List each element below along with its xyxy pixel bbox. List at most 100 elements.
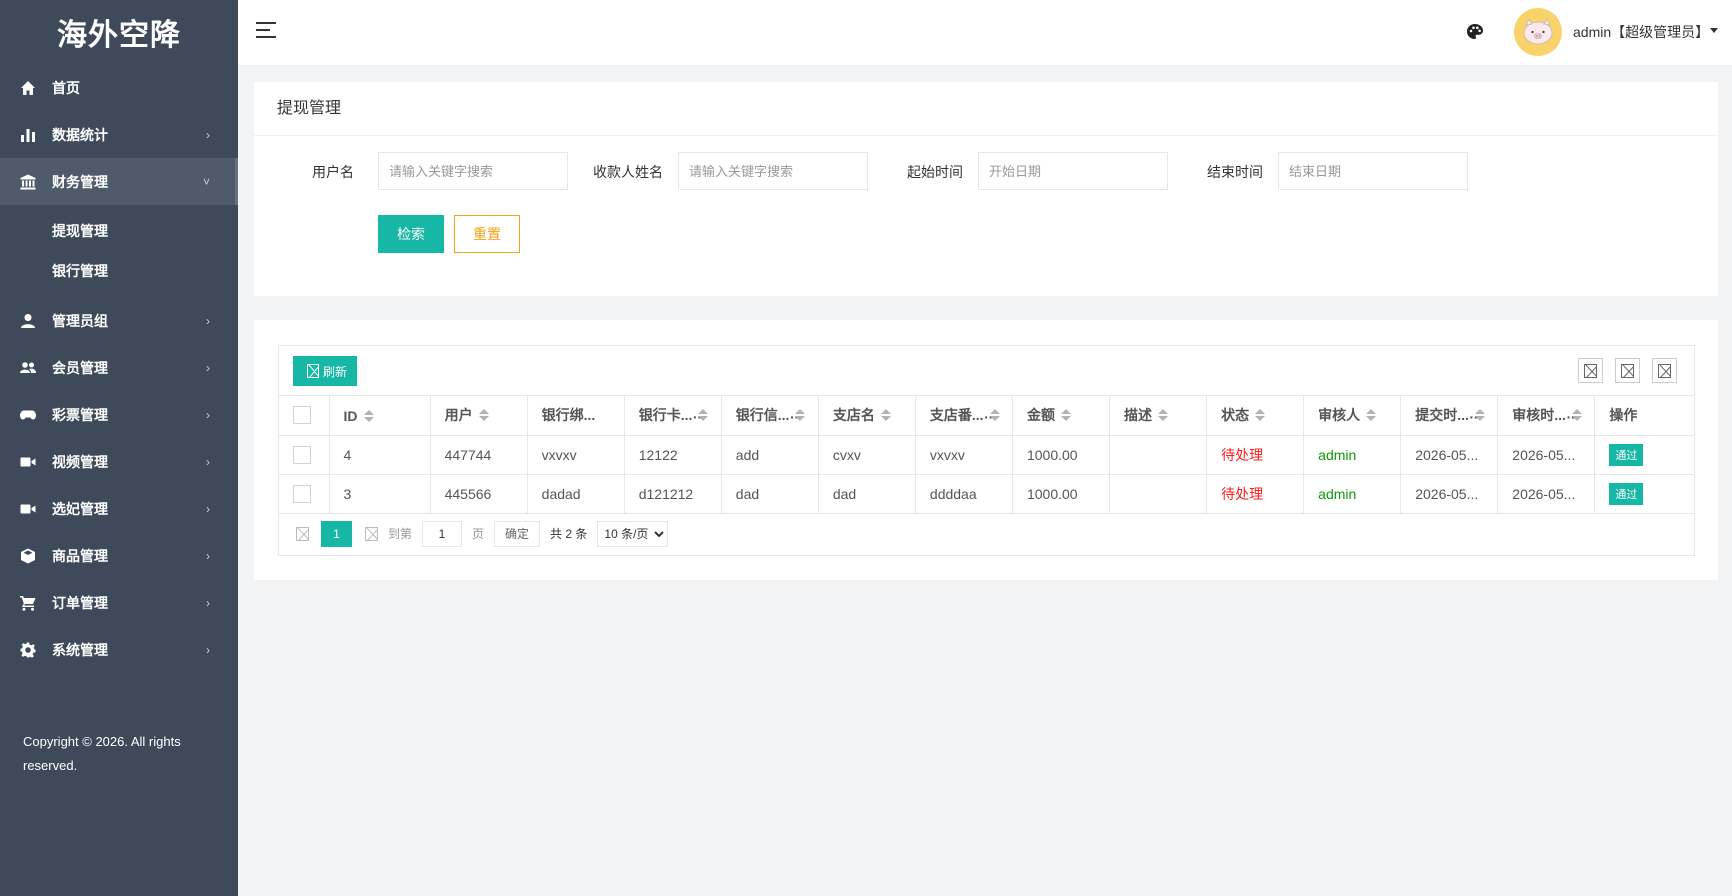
select-all-checkbox[interactable]	[293, 406, 311, 425]
table-header-row: ID 用户 银行绑... 银行卡... 银行信... 支店名 支店番... 金额…	[279, 396, 1694, 436]
column-header[interactable]: 审核人	[1303, 396, 1402, 436]
sidebar-item-system[interactable]: 系统管理 ›	[0, 626, 238, 673]
reset-button[interactable]: 重置	[454, 215, 520, 253]
username-search-input[interactable]	[378, 152, 568, 190]
caret-down-icon[interactable]	[1710, 28, 1718, 33]
people-icon	[20, 360, 36, 376]
column-header: 操作	[1594, 396, 1694, 436]
sort-icon	[478, 409, 489, 422]
row-checkbox[interactable]	[293, 484, 311, 503]
cell-bank-info: dad	[721, 474, 819, 514]
cell-bank-bind: vxvxv	[527, 435, 625, 475]
column-header[interactable]: 金额	[1012, 396, 1111, 436]
column-header[interactable]: 银行卡...	[624, 396, 722, 436]
sidebar-item-members[interactable]: 会员管理 ›	[0, 344, 238, 391]
cell-status: 待处理	[1206, 435, 1305, 475]
export-icon[interactable]	[1615, 358, 1640, 383]
start-date-input[interactable]	[978, 152, 1168, 190]
app-logo: 海外空降	[57, 19, 181, 52]
cart-icon	[20, 595, 36, 611]
sidebar-item-products[interactable]: 商品管理 ›	[0, 532, 238, 579]
print-icon[interactable]	[1652, 358, 1677, 383]
submenu-item-withdraw[interactable]: 提现管理	[0, 211, 238, 251]
sidebar-item-label: 彩票管理	[52, 406, 108, 423]
sidebar-item-label: 财务管理	[52, 173, 108, 190]
cell-status: 待处理	[1206, 474, 1305, 514]
cell-branch: cvxv	[818, 435, 916, 475]
column-header[interactable]: 银行信...	[721, 396, 819, 436]
sidebar-item-orders[interactable]: 订单管理 ›	[0, 579, 238, 626]
refresh-label: 刷新	[323, 364, 348, 379]
column-header[interactable]: 审核时...	[1497, 396, 1596, 436]
cell-desc	[1109, 474, 1208, 514]
sidebar-item-label: 选妃管理	[52, 500, 108, 517]
search-button[interactable]: 检索	[378, 215, 444, 253]
chevron-right-icon: ›	[206, 360, 210, 375]
cell-branch-no: ddddaa	[915, 474, 1013, 514]
cell-audit-time: 2026-05...	[1497, 435, 1596, 475]
data-table-container: 刷新 ID 用户 银行绑... 银行卡... 银行信... 支店名 支店番...…	[278, 345, 1695, 556]
approve-button[interactable]: 通过	[1609, 443, 1644, 466]
column-header[interactable]: 用户	[430, 396, 528, 436]
palette-icon[interactable]	[1465, 22, 1485, 42]
sidebar-item-finance[interactable]: 财务管理 ˅	[0, 158, 238, 205]
current-page[interactable]: 1	[321, 520, 352, 547]
finance-submenu: 提现管理 银行管理	[0, 205, 238, 297]
sidebar-item-select-concubine[interactable]: 选妃管理 ›	[0, 485, 238, 532]
sidebar-item-lottery[interactable]: 彩票管理 ›	[0, 391, 238, 438]
column-header[interactable]: ID	[329, 396, 431, 436]
row-checkbox[interactable]	[293, 445, 311, 464]
column-header[interactable]: 描述	[1109, 396, 1208, 436]
prev-page-icon[interactable]	[295, 526, 309, 542]
sort-icon	[1255, 409, 1266, 422]
cell-submit-time: 2026-05...	[1400, 474, 1499, 514]
pagination: 1 到第 页 确定 共 2 条 10 条/页	[279, 514, 1694, 554]
sidebar-item-admin-group[interactable]: 管理员组 ›	[0, 297, 238, 344]
table-row: 4 447744 vxvxv 12122 add cvxv vxvxv 1000…	[279, 435, 1694, 475]
column-header[interactable]: 状态	[1206, 396, 1305, 436]
cell-auditor: admin	[1303, 435, 1402, 475]
withdraw-table: ID 用户 银行绑... 银行卡... 银行信... 支店名 支店番... 金额…	[279, 396, 1694, 514]
cell-user: 447744	[430, 435, 528, 475]
cell-bank-card: 12122	[624, 435, 722, 475]
cell-id: 3	[329, 474, 431, 514]
box-icon	[20, 548, 36, 564]
gamepad-icon	[20, 407, 36, 423]
goto-page-input[interactable]	[422, 520, 463, 547]
column-header[interactable]: 支店名	[818, 396, 916, 436]
user-avatar[interactable]	[1514, 8, 1562, 56]
sidebar-item-label: 系统管理	[52, 641, 108, 658]
cell-bank-info: add	[721, 435, 819, 475]
end-date-input[interactable]	[1278, 152, 1468, 190]
next-page-icon[interactable]	[364, 526, 378, 542]
goto-confirm-button[interactable]: 确定	[494, 520, 541, 547]
sidebar-item-label: 首页	[52, 79, 80, 96]
column-header[interactable]: 支店番...	[915, 396, 1013, 436]
user-menu[interactable]: admin【超级管理员】	[1573, 22, 1709, 42]
page-title: 提现管理	[254, 82, 1718, 136]
chevron-right-icon: ›	[206, 501, 210, 516]
bar-chart-icon	[20, 127, 36, 143]
sidebar-item-home[interactable]: 首页	[0, 64, 238, 111]
refresh-button[interactable]: 刷新	[293, 356, 358, 386]
cell-branch: dad	[818, 474, 916, 514]
chevron-right-icon: ›	[206, 127, 210, 142]
cell-bank-card: d121212	[624, 474, 722, 514]
approve-button[interactable]: 通过	[1609, 482, 1644, 505]
home-icon	[20, 80, 36, 96]
payee-name-search-input[interactable]	[678, 152, 868, 190]
copyright-text: Copyright © 2026. All rights reserved.	[23, 734, 181, 773]
submenu-item-bank[interactable]: 银行管理	[0, 251, 238, 291]
video-camera-icon	[20, 454, 36, 470]
cell-auditor: admin	[1303, 474, 1402, 514]
sidebar-item-video[interactable]: 视频管理 ›	[0, 438, 238, 485]
column-header[interactable]: 提交时...	[1400, 396, 1499, 436]
top-header: admin【超级管理员】	[238, 0, 1732, 66]
filter-columns-icon[interactable]	[1578, 358, 1603, 383]
page-size-select[interactable]: 10 条/页	[597, 520, 669, 547]
column-header[interactable]: 银行绑...	[527, 396, 625, 436]
chevron-right-icon: ›	[206, 313, 210, 328]
chevron-right-icon: ›	[206, 454, 210, 469]
sidebar-item-data-stats[interactable]: 数据统计 ›	[0, 111, 238, 158]
menu-toggle-icon[interactable]	[256, 22, 278, 42]
